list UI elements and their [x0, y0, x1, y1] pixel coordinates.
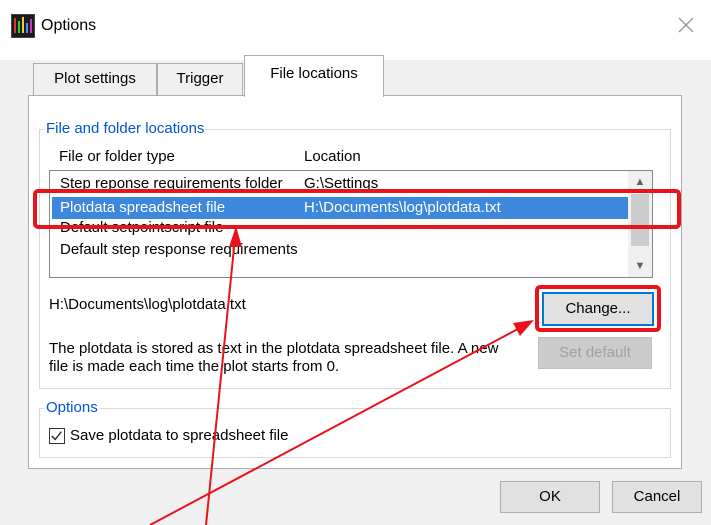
oscilloscope-icon — [11, 14, 35, 38]
change-button[interactable]: Change... — [542, 292, 654, 326]
list-scrollbar[interactable]: ▲ ▼ — [628, 171, 652, 277]
row-type: Plotdata spreadsheet file — [60, 199, 226, 216]
window-title: Options — [41, 17, 97, 34]
row-type: Default setpointscript file — [60, 219, 224, 236]
scroll-thumb[interactable] — [631, 194, 649, 246]
group-title: Options — [44, 399, 100, 417]
cancel-button[interactable]: Cancel — [612, 481, 702, 513]
row-location: H:\Documents\log\plotdata.txt — [304, 199, 501, 216]
selected-path: H:\Documents\log\plotdata.txt — [49, 296, 246, 313]
list-item[interactable]: Default step response requirements file — [52, 239, 628, 261]
title-bar: Options — [0, 0, 711, 60]
list-item-selected[interactable]: Plotdata spreadsheet file H:\Documents\l… — [52, 197, 628, 219]
ok-button[interactable]: OK — [500, 481, 600, 513]
tab-plot-settings[interactable]: Plot settings — [33, 63, 157, 95]
row-type: Default step response requirements file — [60, 241, 300, 258]
list-item[interactable]: Step reponse requirements folder G:\Sett… — [52, 173, 628, 195]
row-location: G:\Settings — [304, 175, 379, 192]
list-item[interactable]: Default setpointscript file — [52, 217, 628, 239]
description-text: The plotdata is stored as text in the pl… — [49, 340, 499, 375]
save-plotdata-label: Save plotdata to spreadsheet file — [70, 427, 289, 444]
column-header-location: Location — [304, 148, 361, 165]
checkmark-icon — [51, 431, 62, 441]
column-header-type: File or folder type — [59, 148, 175, 165]
tab-trigger[interactable]: Trigger — [157, 63, 243, 95]
tab-file-locations[interactable]: File locations — [244, 55, 384, 97]
tab-label: Plot settings — [54, 70, 136, 87]
close-icon[interactable] — [673, 12, 699, 38]
tab-label: Trigger — [176, 70, 224, 87]
scroll-up-icon[interactable]: ▲ — [628, 171, 652, 193]
file-locations-list[interactable]: Step reponse requirements folder G:\Sett… — [49, 170, 653, 278]
save-plotdata-checkbox[interactable] — [49, 428, 65, 444]
group-title: File and folder locations — [44, 120, 207, 138]
row-type: Step reponse requirements folder — [60, 175, 283, 192]
scroll-down-icon[interactable]: ▼ — [628, 255, 652, 277]
set-default-button[interactable]: Set default — [538, 337, 652, 369]
tab-label: File locations — [270, 65, 358, 82]
